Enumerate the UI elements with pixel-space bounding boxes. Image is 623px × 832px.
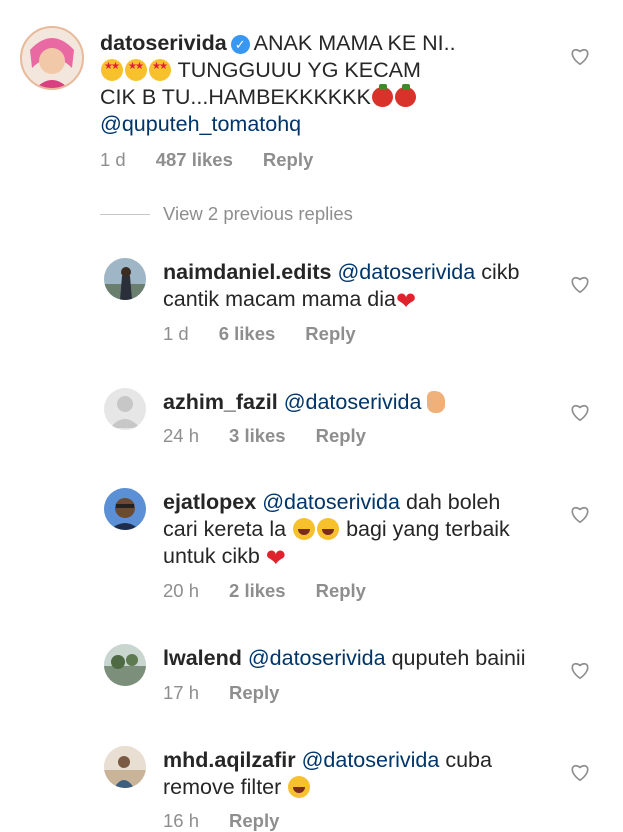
heart-icon[interactable] xyxy=(569,401,591,423)
mention-link[interactable]: @quputeh_tomatohq xyxy=(100,112,301,136)
mention-link[interactable]: @datoserivida xyxy=(284,390,422,414)
avatar[interactable] xyxy=(104,644,146,686)
reply-text-part: cuba xyxy=(445,748,492,772)
avatar-image xyxy=(104,746,146,788)
likes-count[interactable]: 487 likes xyxy=(156,149,233,170)
verified-badge-icon: ✓ xyxy=(230,35,250,54)
reply-button[interactable]: Reply xyxy=(229,682,279,703)
username[interactable]: naimdaniel.edits xyxy=(163,260,331,284)
heart-icon[interactable] xyxy=(569,273,591,295)
reply-time: 24 h xyxy=(163,425,200,446)
reply-text: mhd.aqilzafir @datoserivida cuba remove … xyxy=(163,747,563,801)
username[interactable]: datoserivida xyxy=(100,31,227,55)
reply-text-part: cari kereta la xyxy=(163,517,287,541)
avatar[interactable] xyxy=(104,746,146,788)
reply-text-part: bagi yang terbaik xyxy=(346,517,510,541)
reply-time: 17 h xyxy=(163,682,200,703)
username[interactable]: mhd.aqilzafir xyxy=(163,748,296,772)
red-heart-emoji-icon: ❤ xyxy=(396,288,417,315)
heart-icon[interactable] xyxy=(569,761,591,783)
grinning-sweat-emoji-icon xyxy=(317,518,340,540)
comment-time: 1 d xyxy=(100,149,126,170)
reply-text: naimdaniel.edits @datoserivida cikb cant… xyxy=(163,259,563,315)
avatar-image xyxy=(104,488,146,530)
reply-meta: 16 h Reply xyxy=(163,810,279,832)
star-struck-emoji-icon xyxy=(101,59,123,81)
reply-text-part: remove filter xyxy=(163,775,282,799)
pointing-hand-emoji-icon xyxy=(427,391,446,413)
reply-time: 16 h xyxy=(163,810,200,831)
username[interactable]: lwalend xyxy=(163,646,242,670)
reply-button[interactable]: Reply xyxy=(229,810,279,831)
comment-meta: 1 d 487 likes Reply xyxy=(100,149,313,171)
mention-link[interactable]: @datoserivida xyxy=(262,490,400,514)
likes-count[interactable]: 2 likes xyxy=(229,580,286,601)
reply-meta: 17 h Reply xyxy=(163,682,279,704)
reply-text: ejatlopex @datoserivida dah boleh cari k… xyxy=(163,489,563,572)
reply-button[interactable]: Reply xyxy=(305,323,355,344)
red-heart-emoji-icon: ❤ xyxy=(265,545,286,572)
reply-text-part: quputeh bainii xyxy=(391,646,526,670)
comment-text-line3: CIK B TU...HAMBEKKKKKK xyxy=(100,85,371,109)
avatar[interactable] xyxy=(104,258,146,300)
comment-text-line1: ANAK MAMA KE NI.. xyxy=(253,31,456,55)
reply-meta: 1 d 6 likes Reply xyxy=(163,323,356,345)
mention-link[interactable]: @datoserivida xyxy=(302,748,440,772)
avatar[interactable] xyxy=(104,388,146,430)
avatar[interactable] xyxy=(20,26,84,90)
avatar-image xyxy=(22,28,82,88)
squinting-laugh-emoji-icon xyxy=(288,776,311,798)
heart-icon[interactable] xyxy=(569,503,591,525)
reply-text-part: cantik macam mama dia xyxy=(163,287,396,311)
tomato-emoji-icon xyxy=(394,84,416,107)
username[interactable]: azhim_fazil xyxy=(163,390,278,414)
avatar[interactable] xyxy=(104,488,146,530)
view-previous-replies-button[interactable]: View 2 previous replies xyxy=(163,203,353,225)
avatar-image xyxy=(104,258,146,300)
reply-text: lwalend @datoserivida quputeh bainii xyxy=(163,645,563,672)
reply-naimdaniel: naimdaniel.edits @datoserivida cikb cant… xyxy=(0,250,623,350)
avatar-image xyxy=(104,644,146,686)
reply-meta: 20 h 2 likes Reply xyxy=(163,580,366,602)
reply-text-part: dah boleh xyxy=(405,490,501,514)
comment-text-line2: TUNGGUUU YG KECAM xyxy=(177,58,421,82)
likes-count[interactable]: 3 likes xyxy=(229,425,286,446)
default-avatar-icon xyxy=(110,396,140,428)
reply-text-part: untuk cikb xyxy=(163,544,260,568)
reply-button[interactable]: Reply xyxy=(316,425,366,446)
mention-link[interactable]: @datoserivida xyxy=(248,646,386,670)
divider xyxy=(100,214,150,215)
username[interactable]: ejatlopex xyxy=(163,490,256,514)
reply-time: 20 h xyxy=(163,580,200,601)
reply-ejatlopex: ejatlopex @datoserivida dah boleh cari k… xyxy=(0,480,623,610)
star-struck-emoji-icon xyxy=(125,59,147,81)
comment-datoserivida: datoserivida✓ANAK MAMA KE NI.. TUNGGUUU … xyxy=(0,0,623,190)
reply-meta: 24 h 3 likes Reply xyxy=(163,425,366,447)
comment-text: datoserivida✓ANAK MAMA KE NI.. TUNGGUUU … xyxy=(100,30,570,138)
mention-link[interactable]: @datoserivida xyxy=(337,260,475,284)
reply-text-part: cikb xyxy=(481,260,520,284)
reply-time: 1 d xyxy=(163,323,189,344)
reply-lwalend: lwalend @datoserivida quputeh bainii 17 … xyxy=(0,636,623,716)
likes-count[interactable]: 6 likes xyxy=(219,323,276,344)
heart-icon[interactable] xyxy=(569,45,591,67)
reply-text: azhim_fazil @datoserivida xyxy=(163,389,563,416)
heart-icon[interactable] xyxy=(569,659,591,681)
grinning-sweat-emoji-icon xyxy=(293,518,316,540)
reply-button[interactable]: Reply xyxy=(316,580,366,601)
reply-button[interactable]: Reply xyxy=(263,149,313,170)
reply-mhd-aqilzafir: mhd.aqilzafir @datoserivida cuba remove … xyxy=(0,738,623,831)
reply-azhim: azhim_fazil @datoserivida 24 h 3 likes Rep… xyxy=(0,380,623,460)
tomato-emoji-icon xyxy=(371,84,393,107)
star-struck-emoji-icon xyxy=(149,59,171,81)
